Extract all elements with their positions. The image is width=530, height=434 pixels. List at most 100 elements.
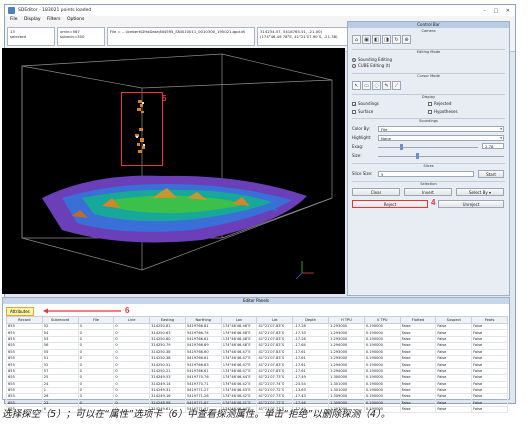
lasso-icon[interactable]: ◌ xyxy=(372,81,381,90)
camera-top-icon[interactable]: ▣ xyxy=(362,35,371,44)
column-header[interactable]: V TPU xyxy=(363,316,401,324)
soundings-checkbox-label: Soundings xyxy=(358,101,379,106)
menu-display[interactable]: Display xyxy=(24,17,41,22)
menu-filters[interactable]: Filters xyxy=(47,17,61,22)
index-box: xmin=567 submin=350 xyxy=(57,27,105,46)
control-bar: Control Bar Camera ⌂ ▣ ◧ ◨ ↻ ⊕ Editing M… xyxy=(347,21,510,296)
selection-section-label: Selection xyxy=(420,182,437,186)
soundings-section-label: Soundings xyxy=(419,119,438,123)
size-slider-handle[interactable] xyxy=(416,153,419,159)
selection-count-box: 13 selected xyxy=(7,27,55,46)
slice-size-value: 5 xyxy=(381,172,384,177)
chevron-down-icon: ▾ xyxy=(500,136,502,140)
index-line2: submin=350 xyxy=(60,34,85,39)
editor-panels-title: Editor Panels xyxy=(3,298,509,304)
select-by-label: Select By xyxy=(468,190,488,195)
column-header[interactable]: Easting xyxy=(149,316,186,324)
color-by-value: File xyxy=(381,127,388,132)
column-header[interactable]: H TPU xyxy=(328,316,365,324)
column-header[interactable]: Record xyxy=(6,316,43,324)
column-header[interactable]: Depth xyxy=(292,316,330,324)
highlight-value: None xyxy=(381,136,391,141)
tab-attributes[interactable]: Attributes xyxy=(6,307,34,316)
camera-rotate-icon[interactable]: ↻ xyxy=(392,35,401,44)
control-bar-title: Control Bar xyxy=(348,22,509,28)
sounding-point-cloud xyxy=(42,175,307,243)
camera-section-label: Camera xyxy=(421,29,436,33)
editor-panels: Editor Panels Attributes 6 Record Subreco… xyxy=(2,297,510,414)
column-header[interactable]: Subrecord xyxy=(41,316,79,324)
rejected-checkbox[interactable]: Rejected xyxy=(428,101,451,107)
column-header[interactable]: Lat xyxy=(256,316,294,324)
cursor-coords-box: 314234.57, 5418765.51, -21.00) (174°46.4… xyxy=(257,27,357,46)
file-path-box: File = ...\icebert\DHaData\NI4595_SNI010… xyxy=(107,27,255,46)
editing-mode-label: Editing Mode xyxy=(416,50,441,54)
highlight-label: Highlight: xyxy=(352,135,372,140)
cursor-coords-geo: (174°46.49 78°E, 41°21′07.90″S, -21.38) xyxy=(260,34,338,39)
chevron-down-icon: ▾ xyxy=(500,127,502,131)
select-by-button[interactable]: Select By ▾ xyxy=(456,188,504,196)
menu-file[interactable]: File xyxy=(10,17,18,22)
slices-section-label: Slices xyxy=(423,164,434,168)
slice-size-label: Slice Size: xyxy=(352,171,373,176)
column-header[interactable]: Northing xyxy=(184,316,222,324)
menu-options[interactable]: Options xyxy=(67,17,84,22)
slice-size-input[interactable]: 5 xyxy=(378,171,474,177)
exag-value: 2.78 xyxy=(485,144,494,149)
point-cloud-scene xyxy=(21,53,333,280)
camera-front-icon[interactable]: ◨ xyxy=(382,35,391,44)
sounding-editing-label: Sounding Editing xyxy=(358,57,392,62)
clear-button[interactable]: Clear xyxy=(352,188,400,196)
cube-editing-radio[interactable]: CUBE Editing (t) xyxy=(352,63,390,69)
exag-slider-handle[interactable] xyxy=(400,144,403,150)
measure-icon[interactable]: ⟋ xyxy=(392,81,401,90)
cube-editing-label: CUBE Editing (t) xyxy=(358,63,391,68)
callout-arrow xyxy=(43,308,121,314)
selection-callout-box xyxy=(121,92,163,166)
camera-home-icon[interactable]: ⌂ xyxy=(352,35,361,44)
camera-side-icon[interactable]: ◧ xyxy=(372,35,381,44)
brush-icon[interactable]: ✎ xyxy=(382,81,391,90)
column-header[interactable]: Suspect xyxy=(435,316,473,324)
size-slider-track[interactable] xyxy=(378,156,504,157)
column-header[interactable]: File xyxy=(77,316,115,324)
highlight-select[interactable]: None ▾ xyxy=(378,135,504,141)
exag-spinbox[interactable]: 2.78 xyxy=(482,143,504,149)
box-select-icon[interactable]: ▭ xyxy=(362,81,371,90)
attributes-table: Record Subrecord File Line Easting Northing Lo… xyxy=(6,316,508,414)
rejected-checkbox-label: Rejected xyxy=(434,101,452,106)
hypotheses-checkbox-label: Hypotheses xyxy=(434,109,458,114)
figure-caption: 选择探空（5）；可以在“属性”选项卡（6）中查看探测属性。单击“拒绝”以删除探测… xyxy=(2,409,391,420)
unreject-button[interactable]: Unreject xyxy=(438,200,504,208)
size-label: Size: xyxy=(352,153,362,158)
column-header[interactable]: Line xyxy=(113,316,151,324)
hypotheses-checkbox[interactable]: Hypotheses xyxy=(428,109,458,115)
file-path: File = ...\icebert\DHaData\NI4595_SNI010… xyxy=(110,29,245,34)
surface-checkbox[interactable]: Surface xyxy=(352,109,373,115)
display-section-label: Display xyxy=(421,95,436,99)
soundings-checkbox[interactable]: ✓ Soundings xyxy=(352,101,379,107)
app-icon xyxy=(8,7,15,14)
exag-slider-track[interactable] xyxy=(378,147,478,148)
title-bar: SDEditor - 183021 points loaded – □ ✕ xyxy=(5,5,515,16)
attributes-table-header: Record Subrecord File Line Easting Northing Lo… xyxy=(6,316,508,324)
color-by-select[interactable]: File ▾ xyxy=(378,126,504,132)
selection-label: selected xyxy=(10,34,27,39)
axes-gizmo xyxy=(295,261,314,280)
reject-button[interactable]: Reject xyxy=(352,200,428,208)
camera-zoom-icon[interactable]: ⊕ xyxy=(402,35,411,44)
exag-label: Exag: xyxy=(352,144,364,149)
chevron-down-icon: ▾ xyxy=(489,190,492,195)
column-header[interactable]: Feats xyxy=(471,316,508,324)
surface-checkbox-label: Surface xyxy=(358,109,374,114)
column-header[interactable]: Lon xyxy=(220,316,258,324)
start-button[interactable]: Start xyxy=(478,170,504,178)
invert-button[interactable]: Invert xyxy=(404,188,452,196)
column-header[interactable]: Flotted xyxy=(399,316,437,324)
color-by-label: Color By: xyxy=(352,126,370,131)
pointer-icon[interactable]: ↖ xyxy=(352,81,361,90)
callout-badge-5: 5 xyxy=(162,94,167,103)
callout-badge-4: 4 xyxy=(431,198,436,207)
3d-viewport[interactable]: 5 xyxy=(2,48,345,294)
window-title: SDEditor - 183021 points loaded xyxy=(18,8,92,13)
